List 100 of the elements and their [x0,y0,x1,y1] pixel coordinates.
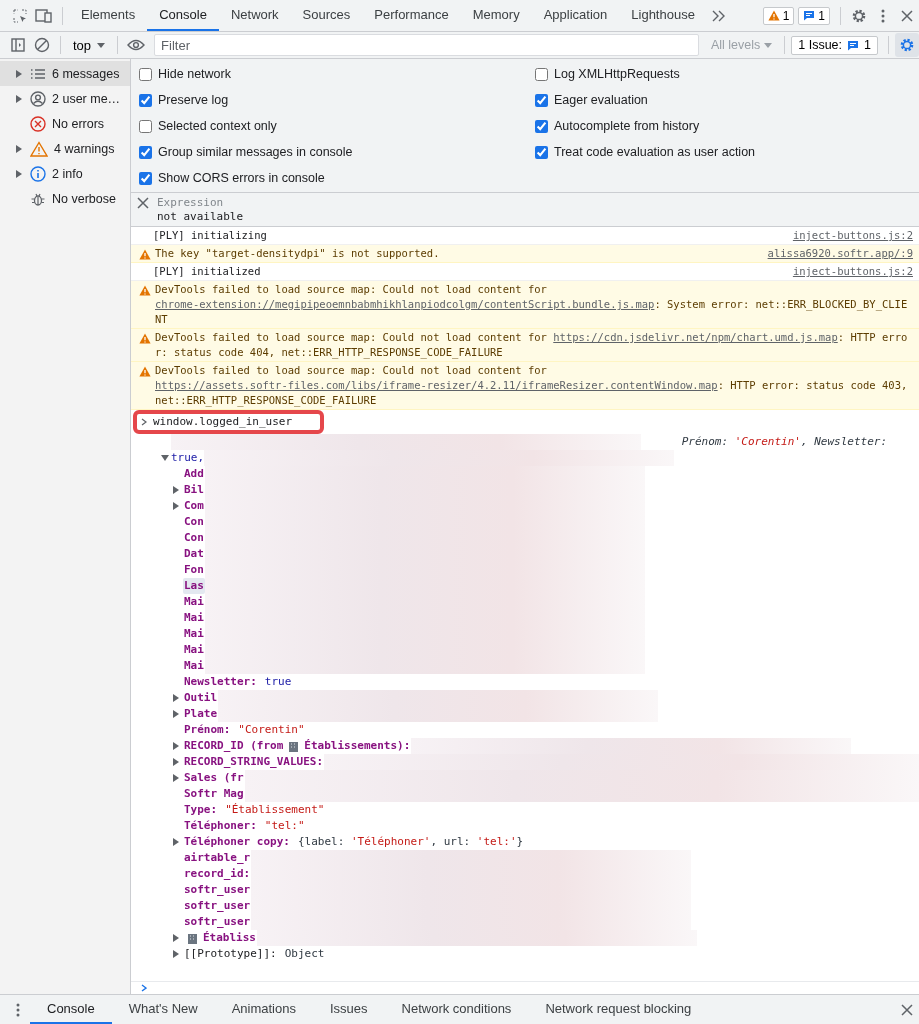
property-key: RECORD_STRING_VALUES: [183,754,325,770]
source-link[interactable]: inject-buttons.js:2 [792,264,913,279]
source-map-link[interactable]: https://assets.softr-files.com/libs/iframe-resizer/4.2.11/iframeResizer.contentWindow.map [155,379,718,391]
checkbox-label: Treat code evaluation as user action [554,145,756,159]
user-icon [30,90,46,107]
property-key: [[Prototype]]: [183,946,278,962]
list-icon [30,67,46,80]
property-key: Établissements): [303,738,412,754]
checkbox[interactable] [535,67,548,81]
property-key: Dat [183,546,205,562]
panel-tab[interactable]: Performance [362,0,461,31]
sidebar-item[interactable]: 2 user me… [0,86,130,111]
source-link[interactable]: alissa6920.softr.app/:9 [767,246,913,261]
expand-arrow-icon[interactable] [173,838,179,846]
checkbox[interactable] [535,93,548,107]
panel-tab[interactable]: Lighthouse [619,0,707,31]
messages-counter[interactable]: 1 [798,6,830,25]
expand-arrow-icon[interactable] [173,486,179,494]
remove-expression-button[interactable] [137,196,149,209]
warning-icon [139,333,151,344]
property-key: record_id: [183,866,252,882]
property-value: "tel:" [264,818,305,834]
panel-tab[interactable]: Network [218,0,291,31]
checkbox-label: Show CORS errors in console [158,171,325,185]
checkbox[interactable] [139,93,152,107]
sidebar-item[interactable]: 2 info [0,161,130,186]
message-text: DevTools failed to load source map: Could not load content for https://assets.softr-files.com/libs/iframe-resizer/4.2.11/iframeResizer.contentWindow.map: HTTP error: status code 403, net::ERR_HTTP_RESPONSE_CODE_FAILURE [155,364,908,406]
property-value: "Corentin" [238,722,305,738]
issues-button[interactable]: 1 Issue: 1 [791,35,878,55]
property-key: Outil [183,690,219,706]
property-key: airtable_r [183,850,252,866]
property-key: softr_user [183,882,252,898]
expand-arrow-icon[interactable] [173,502,179,510]
property-key: softr_user [183,898,252,914]
expression-value: not available [156,210,245,223]
checkbox[interactable] [139,145,152,159]
property-key: Mai [183,642,205,658]
expand-arrow-icon[interactable] [173,950,179,958]
menu-icon [881,8,885,23]
warning-icon [139,366,151,377]
expand-arrow-icon[interactable] [173,774,179,782]
drawer-tab[interactable]: Console [30,995,112,1024]
property-value: "Établissement" [225,802,325,818]
drawer-tab[interactable]: What's New [111,995,215,1024]
panel-tab[interactable]: Elements [69,0,148,31]
expand-arrow-icon[interactable] [173,758,179,766]
property-value: Object [284,946,325,962]
source-map-link[interactable]: chrome-extension://megipipeoemnbabmhikhlanpiodcolgm/contentScript.bundle.js.map [155,298,655,310]
sidebar-item[interactable]: 4 warnings [0,136,130,161]
context-dropdown[interactable]: top [67,37,112,53]
property-key: Sales (fr [183,770,245,786]
panel-tab[interactable]: Sources [290,0,363,31]
console-settings-button[interactable] [895,33,919,57]
sidebar-item[interactable]: 6 messages [0,61,130,86]
drawer-tab[interactable]: Network request blocking [528,995,709,1024]
panel-tab[interactable]: Application [531,0,620,31]
expand-arrow-icon [16,169,22,178]
expand-arrow-icon[interactable] [173,694,179,702]
checkbox[interactable] [535,119,548,133]
message-text: [PLY] initialized [153,265,261,277]
warning-icon [139,285,151,296]
settings-icon [851,7,867,24]
collapse-arrow-icon[interactable] [161,455,169,461]
property-key: Newsletter: [183,674,258,690]
checkbox-label: Hide network [158,67,231,81]
drawer-tab[interactable]: Network conditions [384,995,529,1024]
caret-icon [764,42,773,48]
property-key: Mai [183,658,205,674]
property-key: Mai [183,610,205,626]
filter-field[interactable]: Filter [154,34,699,56]
sidebar-item[interactable]: No errors [0,111,130,136]
property-key: Établiss [202,930,257,946]
warnings-counter[interactable]: 1 [762,6,795,25]
checkbox[interactable] [139,171,152,185]
checkbox[interactable] [139,119,152,133]
property-key: Fon [183,562,205,578]
source-map-link[interactable]: https://cdn.jsdelivr.net/npm/chart.umd.js.map [553,331,838,343]
warning-icon [139,249,151,260]
checkbox-label: Eager evaluation [554,93,648,107]
checkbox[interactable] [139,67,152,81]
warning-icon [30,140,48,157]
message-text: The key "target-densitydpi" is not supported. [155,247,440,259]
panel-tab[interactable]: Memory [460,0,532,31]
object-preview: Prénom: 'Corentin', Newsletter: [681,434,888,450]
more-tabs-icon[interactable] [711,9,726,22]
message-icon [847,39,860,51]
error-icon [30,115,46,132]
expand-arrow-icon[interactable] [173,742,179,750]
expand-arrow-icon[interactable] [173,710,179,718]
sidebar-item[interactable]: No verbose [0,186,130,211]
source-link[interactable]: inject-buttons.js:2 [792,228,913,243]
drawer-tab[interactable]: Animations [214,995,313,1024]
property-key: Type: [183,802,219,818]
property-value: true [264,674,292,690]
drawer-tab[interactable]: Issues [312,995,385,1024]
checkbox[interactable] [535,145,548,159]
info-icon [30,165,46,182]
value-text: true, [171,450,205,466]
expand-arrow-icon[interactable] [173,934,179,942]
message-icon [803,10,816,21]
